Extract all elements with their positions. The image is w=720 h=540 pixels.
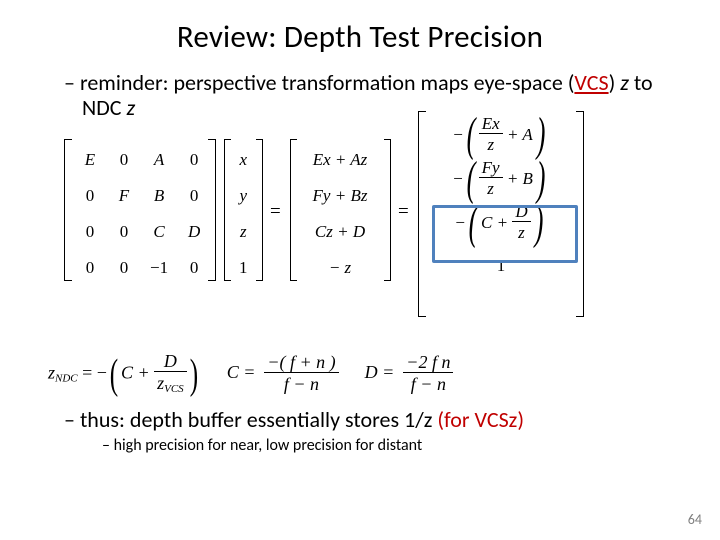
bullet-thus-text: thus: depth buffer essentially stores 1/… [80,406,437,433]
slide-body: Review: Depth Test Precision reminder: p… [0,0,720,455]
z-italic-1: z [620,69,629,96]
homogeneous-vector: Ex + Az Fy + Bz Cz + D − z [297,141,383,287]
slide-title: Review: Depth Test Precision [34,18,686,56]
equation-area: E0A0 0FB0 00CD 00−10 x y z 1 = Ex + Az F… [34,127,686,337]
equals-1: = [270,201,281,223]
bullet-precision: high precision for near, low precision f… [34,436,686,455]
bullet-reminder-text-b: ) [609,69,621,96]
vec-in-bracket-right [256,139,263,281]
bullet-reminder: reminder: perspective transformation map… [34,70,686,121]
ndc-row-1: −( Fyz + B) [426,157,576,201]
c-formula: C = −( f + n )f − n [227,352,339,396]
z-ndc-formula: zNDC = −(C + DzVCS) [48,351,201,397]
vec-in-bracket-left [224,139,231,281]
input-vector: x y z 1 [231,141,256,287]
bullet-thus: thus: depth buffer essentially stores 1/… [34,407,686,432]
rhs-bracket-left [418,111,426,317]
vcs-underlined: VCS [574,69,608,96]
d-formula: D = −2 f nf − n [365,352,454,396]
equals-2: = [398,201,409,223]
bullet-reminder-text-a: reminder: perspective transformation map… [80,69,574,96]
vec-mid-bracket-left [290,139,297,281]
ndc-row-0: −( Exz + A) [426,113,576,157]
formula-row: zNDC = −(C + DzVCS) C = −( f + n )f − n … [48,351,686,397]
projection-matrix: E0A0 0FB0 00CD 00−10 [72,141,212,287]
bullet-thus-red: (for VCSz) [437,406,524,433]
matrix-bracket-left [64,139,72,281]
highlight-box [432,205,578,263]
vec-mid-bracket-right [384,139,391,281]
z-italic-2: z [126,94,135,121]
page-number: 64 [688,511,702,528]
